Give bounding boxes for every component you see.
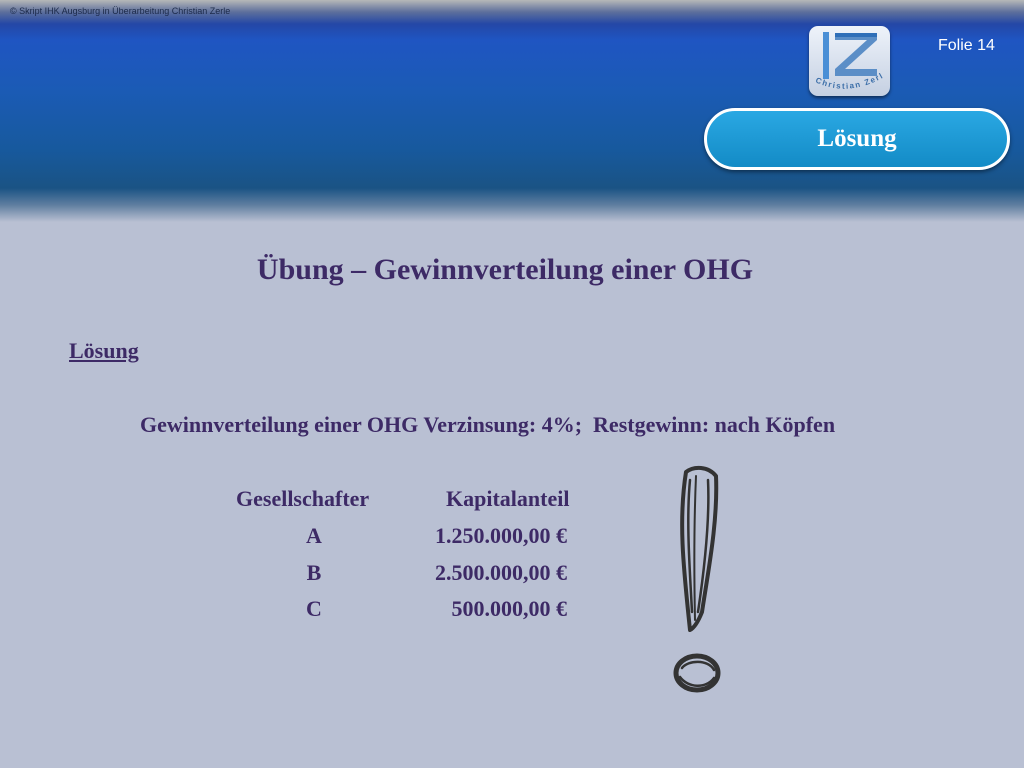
table-row-partner: A (306, 523, 322, 548)
loesung-badge: Lösung (704, 108, 1010, 170)
slide-number: Folie 14 (938, 37, 995, 54)
table-row-capital: 500.000,00 € (451, 596, 568, 621)
cz-logo-icon: Christian Zerle (809, 26, 890, 96)
table-row-partner: B (306, 560, 322, 585)
copyright-notice: © Skript IHK Augsburg in Überarbeitung C… (10, 6, 231, 16)
description-text: Gewinnverteilung einer OHG Verzinsung: 4… (140, 412, 836, 437)
table-header-capital: Kapitalanteil (446, 486, 570, 511)
exclamation-mark-icon (664, 462, 734, 707)
table-row-capital: 1.250.000,00 € (435, 523, 567, 548)
slide-title: Übung – Gewinnverteilung einer OHG (256, 253, 754, 286)
table-row-capital: 2.500.000,00 € (435, 560, 567, 585)
table-header-partner: Gesellschafter (236, 486, 370, 511)
section-heading: Lösung (69, 338, 139, 363)
table-row-partner: C (306, 596, 322, 621)
